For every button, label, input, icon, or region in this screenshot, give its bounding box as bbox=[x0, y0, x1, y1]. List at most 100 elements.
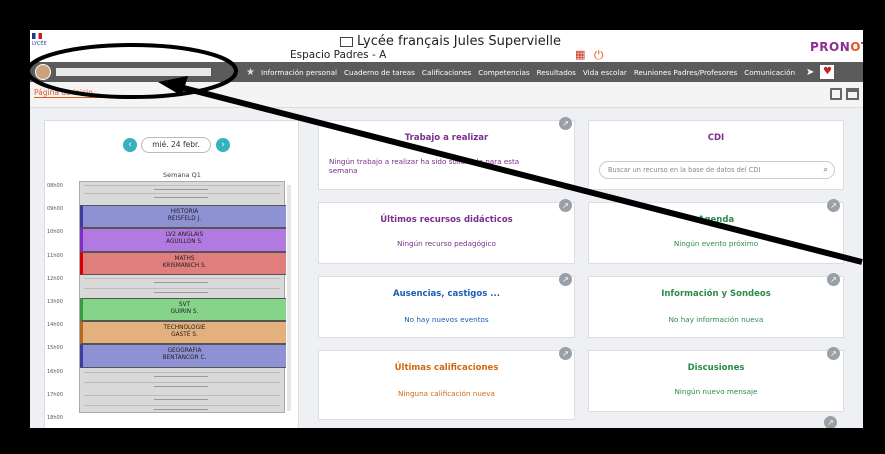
app-header: LYCÉE Lycée français Jules Supervielle E… bbox=[30, 30, 863, 62]
empty-slot bbox=[84, 394, 280, 403]
hour-label: 15h00 bbox=[47, 345, 63, 352]
avatar[interactable] bbox=[35, 64, 51, 80]
card-title: Últimos recursos didácticos bbox=[380, 215, 513, 225]
home-dropdown[interactable]: Página de inicio ⌄ bbox=[34, 88, 105, 98]
expand-icon[interactable]: ↗ bbox=[827, 347, 840, 360]
card-title: Trabajo a realizar bbox=[404, 133, 489, 143]
expand-icon[interactable]: ↗ bbox=[559, 117, 572, 130]
nav-item-results[interactable]: Resultados bbox=[537, 68, 576, 77]
card-text: No hay nuevos eventos bbox=[404, 315, 489, 324]
hour-label: 10h00 bbox=[47, 229, 63, 236]
week-label: Semana Q1 bbox=[163, 171, 201, 179]
main-nav: ★ Información personal Cuaderno de tarea… bbox=[240, 62, 863, 82]
pronote-logo: PRONOTE bbox=[810, 40, 863, 54]
school-logo-text: LYCÉE bbox=[32, 41, 47, 47]
space-label: Espacio Padres - A bbox=[290, 49, 387, 61]
card-resources: Últimos recursos didácticos Ningún recur… bbox=[318, 199, 575, 264]
browser-viewport: LYCÉE Lycée français Jules Supervielle E… bbox=[30, 30, 863, 428]
nav-item-homework[interactable]: Cuaderno de tareas bbox=[344, 68, 415, 77]
pin-icon[interactable]: ★ bbox=[246, 67, 255, 78]
lesson-subject: GEOGRAFIA bbox=[167, 348, 202, 355]
home-dropdown-label: Página de inicio bbox=[34, 88, 93, 97]
expand-icon[interactable]: ↗ bbox=[827, 199, 840, 212]
lesson-block[interactable]: SVT GUIRIN S. bbox=[80, 298, 286, 322]
empty-slot bbox=[84, 277, 280, 286]
lesson-subject: HISTORIA bbox=[170, 209, 199, 216]
lesson-teacher: BENTANCOR C. bbox=[162, 355, 207, 362]
card-text: Ningún trabajo a realizar ha sido solici… bbox=[329, 157, 520, 175]
lesson-block[interactable]: MATHS KRISMANICH S. bbox=[80, 251, 286, 275]
next-day-button[interactable]: › bbox=[216, 138, 230, 152]
lesson-block[interactable]: LV2 ANGLAIS AGUILLON S. bbox=[80, 228, 286, 252]
expand-icon[interactable]: ↗ bbox=[559, 273, 572, 286]
hour-label: 17h00 bbox=[47, 391, 63, 398]
card-text: Ninguna calificación nueva bbox=[398, 389, 495, 398]
card-absences: Ausencias, castigos ... No hay nuevos ev… bbox=[318, 273, 575, 338]
lesson-block[interactable]: GEOGRAFIA BENTANCOR C. bbox=[80, 344, 286, 368]
brand-part: O bbox=[850, 40, 861, 54]
empty-slot bbox=[84, 381, 280, 390]
card-title: Últimas calificaciones bbox=[394, 363, 499, 373]
hour-label: 14h00 bbox=[47, 322, 63, 329]
expand-icon[interactable]: ↗ bbox=[559, 199, 572, 212]
nav-item-school-life[interactable]: Vida escolar bbox=[583, 68, 627, 77]
lesson-subject: MATHS bbox=[174, 255, 195, 262]
lesson-teacher: REISFELD J. bbox=[167, 216, 202, 223]
hour-label: 16h00 bbox=[47, 368, 63, 375]
card-text: Ningún evento próximo bbox=[673, 239, 759, 248]
lesson-subject: SVT bbox=[178, 302, 191, 308]
expand-icon[interactable]: ↗ bbox=[827, 273, 840, 286]
schedule-grid: HISTORIA REISFELD J. LV2 ANGLAIS AGUILLON S… bbox=[79, 181, 286, 413]
expand-icon[interactable]: ↗ bbox=[559, 347, 572, 360]
nav-item-communication[interactable]: Comunicación bbox=[744, 68, 795, 77]
date-selector[interactable]: mié. 24 febr. bbox=[141, 137, 211, 153]
prev-day-button[interactable]: ‹ bbox=[123, 138, 137, 152]
chevron-down-icon: ⌄ bbox=[95, 88, 102, 97]
lesson-subject: LV2 ANGLAIS bbox=[165, 232, 204, 239]
school-title-text: Lycée français Jules Supervielle bbox=[357, 34, 561, 49]
card-agenda: Agenda Ningún evento próximo ↗ bbox=[588, 199, 844, 264]
print-icon[interactable] bbox=[846, 88, 859, 100]
hour-label: 09h00 bbox=[47, 206, 63, 213]
ribbon-icon[interactable]: ♥ bbox=[820, 65, 835, 79]
card-homework: Trabajo a realizar Ningún trabajo a real… bbox=[318, 117, 575, 190]
schedule-widget: ‹ mié. 24 febr. › Semana Q1 08h00 09h00 10… bbox=[44, 120, 299, 428]
lesson-block[interactable]: TECHNOLOGIE GASTÉ S. bbox=[80, 321, 286, 345]
school-logo[interactable]: LYCÉE bbox=[32, 33, 56, 57]
card-info: Información y Sondeos No hay información… bbox=[588, 273, 844, 338]
card-text: Ningún nuevo mensaje bbox=[674, 387, 758, 396]
lesson-teacher: GUIRIN S. bbox=[170, 309, 199, 315]
id-card-icon bbox=[340, 36, 353, 47]
nav-item-personal-info[interactable]: Información personal bbox=[261, 68, 337, 77]
card-grades: Últimas calificaciones Ninguna calificac… bbox=[318, 347, 575, 420]
card-text: No hay información nueva bbox=[668, 315, 764, 324]
lesson-teacher: AGUILLON S. bbox=[166, 239, 203, 246]
card-discussions: Discusiones Ningún nuevo mensaje ↗ bbox=[588, 347, 844, 412]
brand-part: PRON bbox=[810, 40, 851, 54]
search-icon[interactable]: ⌕ bbox=[824, 165, 828, 175]
nav-item-competencies[interactable]: Competencias bbox=[478, 68, 529, 77]
lesson-teacher: KRISMANICH S. bbox=[162, 262, 207, 269]
schedule-scrollbar[interactable] bbox=[287, 185, 291, 411]
user-bar bbox=[30, 62, 240, 82]
card-cdi: CDI Buscar un recurso en la base de dato… bbox=[588, 120, 844, 190]
logout-icon[interactable]: ⏻ bbox=[594, 48, 604, 63]
empty-slot bbox=[84, 404, 280, 413]
lesson-teacher: GASTÉ S. bbox=[171, 332, 198, 339]
nav-item-grades[interactable]: Calificaciones bbox=[422, 68, 471, 77]
lesson-block[interactable]: HISTORIA REISFELD J. bbox=[80, 205, 286, 229]
expand-icon[interactable]: ↗ bbox=[824, 416, 837, 428]
save-icon[interactable] bbox=[830, 88, 842, 100]
qr-code-icon[interactable]: ▦ bbox=[575, 49, 586, 60]
empty-slot bbox=[84, 287, 280, 296]
toolbar: Página de inicio ⌄ bbox=[30, 82, 863, 108]
nav-item-meetings[interactable]: Reuniones Padres/Profesores bbox=[634, 68, 737, 77]
cdi-search-input[interactable]: Buscar un recurso en la base de datos de… bbox=[599, 161, 835, 179]
send-icon[interactable]: ➤ bbox=[806, 67, 814, 78]
card-title: Información y Sondeos bbox=[661, 289, 771, 299]
hour-label: 18h00 bbox=[47, 415, 63, 421]
empty-slot bbox=[84, 193, 280, 201]
card-title: Ausencias, castigos ... bbox=[393, 289, 500, 299]
flag-icon bbox=[32, 33, 42, 39]
hour-label: 11h00 bbox=[47, 252, 63, 259]
